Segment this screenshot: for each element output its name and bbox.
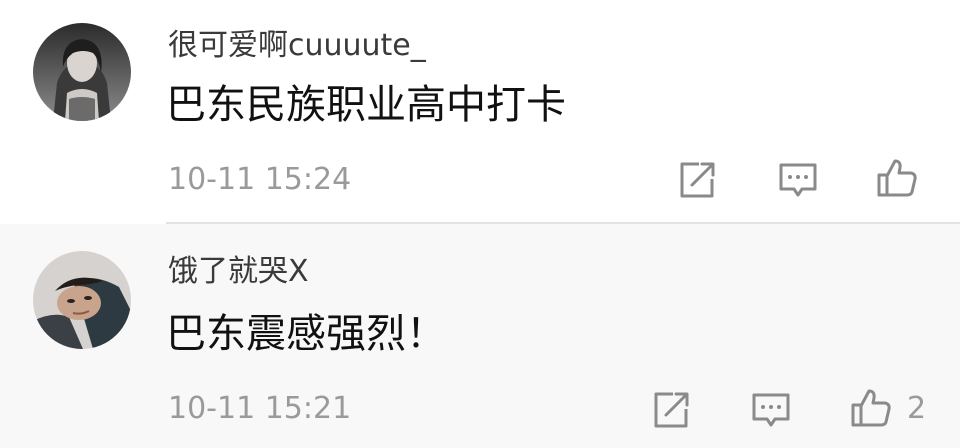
- avatar[interactable]: [33, 251, 131, 349]
- avatar-image: [33, 23, 131, 121]
- like-button[interactable]: [875, 156, 919, 200]
- reply-button[interactable]: [749, 388, 793, 432]
- comment-icon: [779, 163, 817, 197]
- reply-button[interactable]: [776, 158, 820, 202]
- share-button[interactable]: [649, 388, 693, 432]
- username[interactable]: 饿了就哭X: [168, 254, 309, 290]
- comment-item: 饿了就哭X 巴东震感强烈！ 10-11 15:21 2: [0, 224, 960, 448]
- username[interactable]: 很可爱啊cuuuute_: [168, 28, 426, 64]
- share-icon: [654, 392, 689, 428]
- like-count: 2: [907, 391, 927, 426]
- comment-text: 巴东震感强烈！: [166, 311, 446, 357]
- thumbs-up-icon: [851, 389, 891, 427]
- avatar[interactable]: [33, 23, 131, 121]
- share-button[interactable]: [675, 158, 719, 202]
- timestamp: 10-11 15:21: [168, 391, 352, 426]
- avatar-image: [33, 251, 131, 349]
- comment-text: 巴东民族职业高中打卡: [166, 82, 566, 128]
- comment-item: 很可爱啊cuuuute_ 巴东民族职业高中打卡 10-11 15:24: [0, 0, 960, 224]
- comment-icon: [752, 393, 790, 427]
- timestamp: 10-11 15:24: [168, 162, 352, 197]
- share-icon: [680, 162, 715, 198]
- like-button[interactable]: [849, 386, 893, 430]
- comment-list: 很可爱啊cuuuute_ 巴东民族职业高中打卡 10-11 15:24 饿了就哭…: [0, 0, 960, 448]
- thumbs-up-icon: [877, 159, 917, 197]
